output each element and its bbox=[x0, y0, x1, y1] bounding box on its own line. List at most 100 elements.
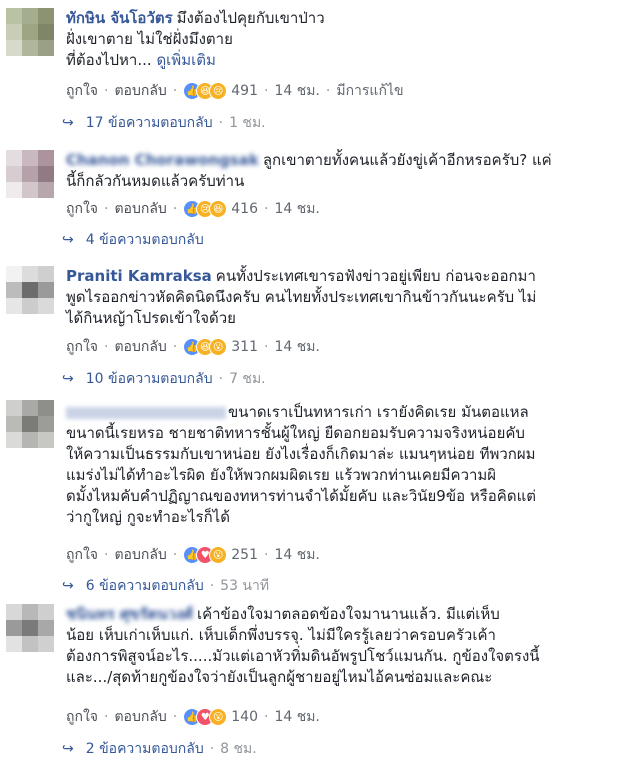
avatar-tile bbox=[22, 40, 38, 56]
timestamp[interactable]: 14 ชม. bbox=[274, 336, 319, 358]
avatar-tile bbox=[22, 166, 38, 182]
reply-link[interactable]: ตอบกลับ bbox=[114, 544, 166, 566]
dot-separator: · bbox=[263, 547, 269, 563]
commenter-name[interactable]: ทักษิน จันโอวัตร bbox=[66, 9, 173, 27]
reply-link[interactable]: ตอบกลับ bbox=[114, 80, 166, 102]
avatar-tile bbox=[6, 166, 22, 182]
replies-count[interactable]: 6 ข้อความตอบกลับ bbox=[86, 575, 204, 597]
avatar[interactable] bbox=[6, 150, 54, 198]
commenter-name[interactable]: ชนินทร ศุขรัตนวงศ์ bbox=[66, 605, 193, 623]
haha-icon: 😆 bbox=[209, 200, 228, 218]
replies-count[interactable]: 10 ข้อความตอบกลับ bbox=[86, 368, 213, 390]
avatar-tile bbox=[22, 636, 38, 652]
avatar-tile bbox=[6, 182, 22, 198]
avatar-tile bbox=[22, 416, 38, 432]
commenter-name[interactable]: Chanon Chorawongsak bbox=[66, 151, 259, 169]
replies-count[interactable]: 17 ข้อความตอบกลับ bbox=[86, 112, 213, 134]
avatar[interactable] bbox=[6, 266, 54, 314]
wow-icon: 😮 bbox=[209, 708, 228, 726]
avatar-tile bbox=[22, 8, 38, 24]
avatar-tile bbox=[38, 432, 54, 448]
avatar-tile bbox=[22, 182, 38, 198]
view-replies-link[interactable]: ↪ 2 ข้อความตอบกลับ · 8 ชม. bbox=[62, 738, 257, 760]
comment-text-line: ขนาดนี้เรยหรอ ชายชาติทหารชั้นผู้ใหญ่ ยืด… bbox=[66, 424, 525, 442]
reactions[interactable]: 👍 😆 😢 bbox=[183, 82, 228, 100]
reply-arrow-icon: ↪ bbox=[62, 115, 74, 131]
reaction-count[interactable]: 140 bbox=[231, 709, 258, 725]
reply-time: 8 ชม. bbox=[220, 741, 257, 757]
avatar-tile bbox=[22, 24, 38, 40]
reactions[interactable]: 👍 ♥ 😮 bbox=[183, 708, 228, 726]
view-replies-link[interactable]: ↪ 17 ข้อความตอบกลับ · 1 ชม. bbox=[62, 112, 266, 134]
like-link[interactable]: ถูกใจ bbox=[66, 706, 98, 728]
avatar-tile bbox=[6, 416, 22, 432]
timestamp[interactable]: 14 ชม. bbox=[274, 198, 319, 220]
view-replies-link[interactable]: ↪ 4 ข้อความตอบกลับ bbox=[62, 229, 204, 251]
reaction-count[interactable]: 491 bbox=[231, 83, 258, 99]
avatar-tile bbox=[6, 400, 22, 416]
view-replies-link[interactable]: ↪ 10 ข้อความตอบกลับ · 7 ชม. bbox=[62, 368, 266, 390]
reply-link[interactable]: ตอบกลับ bbox=[114, 706, 166, 728]
reply-time: 1 ชม. bbox=[229, 115, 266, 131]
reactions[interactable]: 👍 😢 😆 bbox=[183, 200, 228, 218]
avatar-tile bbox=[6, 150, 22, 166]
reactions[interactable]: 👍 😆 😮 bbox=[183, 338, 228, 356]
like-link[interactable]: ถูกใจ bbox=[66, 198, 98, 220]
reply-arrow-icon: ↪ bbox=[62, 578, 74, 594]
avatar-tile bbox=[38, 24, 54, 40]
replies-count[interactable]: 2 ข้อความตอบกลับ bbox=[86, 738, 204, 760]
reaction-count[interactable]: 311 bbox=[231, 339, 258, 355]
comment-text-line: เค้าข้องใจมาตลอดข้องใจมานานแล้ว. มีแต่เห… bbox=[196, 605, 500, 623]
avatar-tile bbox=[22, 150, 38, 166]
comment-text-line: ลูกเขาตายทั้งคนแล้วยังขู่เค้าอีกหรอครับ?… bbox=[262, 151, 552, 169]
view-replies-link[interactable]: ↪ 6 ข้อความตอบกลับ · 53 นาที bbox=[62, 575, 269, 597]
reaction-count[interactable]: 416 bbox=[231, 201, 258, 217]
timestamp[interactable]: 14 ชม. bbox=[274, 706, 319, 728]
dot-separator: · bbox=[263, 709, 269, 725]
reactions[interactable]: 👍 ♥ 😮 bbox=[183, 546, 228, 564]
avatar-tile bbox=[38, 298, 54, 314]
comment-text-line: ให้ความเป็นธรรมกับเขาหน่อย ยังไงเรื่องก็… bbox=[66, 445, 536, 463]
commenter-name[interactable]: Praniti Kamraksa bbox=[66, 267, 212, 285]
like-link[interactable]: ถูกใจ bbox=[66, 544, 98, 566]
dot-separator: · bbox=[325, 83, 331, 99]
comment-text-line: ที่ต้องไปหา... bbox=[66, 51, 152, 69]
avatar-tile bbox=[38, 182, 54, 198]
avatar[interactable] bbox=[6, 604, 54, 652]
avatar-tile bbox=[6, 298, 22, 314]
dot-separator: · bbox=[104, 709, 109, 725]
replies-count[interactable]: 4 ข้อความตอบกลับ bbox=[86, 229, 204, 251]
dot-separator: · bbox=[172, 201, 178, 217]
reply-link[interactable]: ตอบกลับ bbox=[114, 198, 166, 220]
wow-icon: 😮 bbox=[209, 546, 228, 564]
timestamp[interactable]: 14 ชม. bbox=[274, 544, 319, 566]
reply-link[interactable]: ตอบกลับ bbox=[114, 336, 166, 358]
avatar-tile bbox=[6, 40, 22, 56]
like-link[interactable]: ถูกใจ bbox=[66, 80, 98, 102]
see-more-link[interactable]: ดูเพิ่มเติม bbox=[156, 51, 215, 69]
dot-separator: · bbox=[172, 547, 178, 563]
avatar-tile bbox=[6, 24, 22, 40]
avatar[interactable] bbox=[6, 8, 54, 56]
reaction-count[interactable]: 251 bbox=[231, 547, 258, 563]
reply-arrow-icon: ↪ bbox=[62, 232, 74, 248]
avatar-tile bbox=[6, 8, 22, 24]
avatar-tile bbox=[38, 266, 54, 282]
dot-separator: · bbox=[104, 83, 109, 99]
avatar-tile bbox=[22, 282, 38, 298]
timestamp[interactable]: 14 ชม. bbox=[274, 80, 319, 102]
avatar-tile bbox=[22, 298, 38, 314]
comment-text-line: พูดไรออกข่าวหัดคิดนิดนึงครับ คนไทยทั้งปร… bbox=[66, 288, 537, 306]
avatar-tile bbox=[38, 620, 54, 636]
avatar-tile bbox=[38, 416, 54, 432]
dot-separator: · bbox=[263, 201, 269, 217]
avatar[interactable] bbox=[6, 400, 54, 448]
avatar-tile bbox=[38, 8, 54, 24]
like-link[interactable]: ถูกใจ bbox=[66, 336, 98, 358]
edited-label[interactable]: มีการแก้ไข bbox=[336, 80, 403, 102]
comment-text-line: ได้กินหญ้าโปรดเข้าใจด้วย bbox=[66, 309, 236, 327]
avatar-tile bbox=[22, 620, 38, 636]
comment-text-line: นี้ก็กลัวกันหมดแล้วครับท่าน bbox=[66, 172, 245, 190]
redacted-name[interactable] bbox=[66, 406, 226, 419]
comment-text-line: และ.../สุดท้ายกูข้องใจว่ายังเป็นลูกผู้ชา… bbox=[66, 668, 493, 686]
